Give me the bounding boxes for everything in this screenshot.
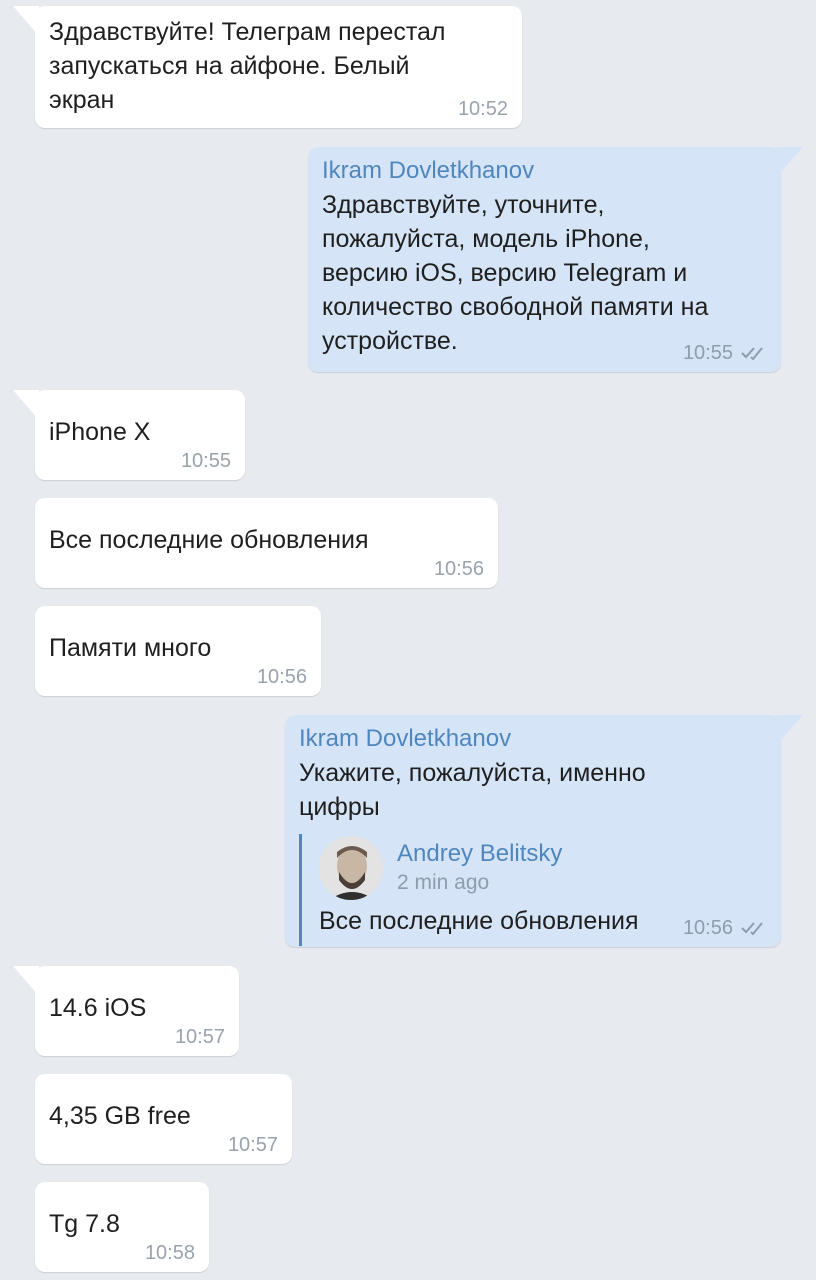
double-check-icon <box>741 921 767 935</box>
bubble-tail <box>13 6 39 36</box>
timestamp: 10:52 <box>457 98 508 120</box>
bubble-tail <box>13 966 39 996</box>
message-text: Памяти много <box>49 634 212 662</box>
message-text: iPhone X <box>49 418 151 446</box>
message-time: 10:56 <box>434 558 484 580</box>
avatar <box>319 836 383 900</box>
incoming-message[interactable]: Tg 7.8 10:58 <box>35 1182 209 1272</box>
sender-name[interactable]: Ikram Dovletkhanov <box>322 156 767 186</box>
timestamp: 10:56 <box>682 917 733 939</box>
message-time: 10:57 <box>228 1134 278 1156</box>
message-text: Tg 7.8 <box>49 1210 120 1238</box>
incoming-message[interactable]: Все последние обновления 10:56 <box>35 498 498 588</box>
message-time: 10:55 <box>181 450 231 472</box>
incoming-message[interactable]: 14.6 iOS 10:57 <box>13 966 239 1056</box>
message-time: 10:58 <box>145 1242 195 1264</box>
timestamp: 10:58 <box>144 1242 195 1264</box>
message-time: 10:57 <box>175 1026 225 1048</box>
timestamp: 10:57 <box>227 1134 278 1156</box>
timestamp: 10:56 <box>256 666 307 688</box>
timestamp: 10:55 <box>682 342 733 364</box>
incoming-message[interactable]: iPhone X 10:55 <box>13 390 245 480</box>
message-text: 14.6 iOS <box>49 994 147 1022</box>
message-time: 10:56 <box>683 917 767 939</box>
outgoing-message[interactable]: Ikram Dovletkhanov Здравствуйте, уточнит… <box>308 147 803 372</box>
incoming-message[interactable]: 4,35 GB free 10:57 <box>35 1074 292 1164</box>
reply-time: 2 min ago <box>397 871 490 894</box>
incoming-message[interactable]: Памяти много 10:56 <box>35 606 321 696</box>
bubble-tail <box>13 390 39 420</box>
timestamp: 10:56 <box>433 558 484 580</box>
double-check-icon <box>741 346 767 360</box>
message-text: Здравствуйте, уточните, пожалуйста, моде… <box>322 191 709 355</box>
reply-sender-name: Andrey Belitsky <box>397 840 563 867</box>
timestamp: 10:57 <box>174 1026 225 1048</box>
chat-area[interactable]: Здравствуйте! Телеграм перестал запускат… <box>0 0 816 1280</box>
timestamp: 10:55 <box>180 450 231 472</box>
bubble-tail <box>777 715 803 745</box>
sender-name[interactable]: Ikram Dovletkhanov <box>299 724 767 754</box>
message-time: 10:52 <box>458 98 508 120</box>
outgoing-message[interactable]: Ikram Dovletkhanov Укажите, пожалуйста, … <box>285 715 803 947</box>
message-time: 10:56 <box>257 666 307 688</box>
reply-text: Все последние обновления <box>319 907 639 935</box>
bubble-tail <box>777 147 803 177</box>
message-text: Здравствуйте! Телеграм перестал запускат… <box>49 18 446 114</box>
incoming-message[interactable]: Здравствуйте! Телеграм перестал запускат… <box>13 6 522 128</box>
message-time: 10:55 <box>683 342 767 364</box>
message-text: Укажите, пожалуйста, именно цифры <box>299 759 646 821</box>
message-text: Все последние обновления <box>49 526 369 554</box>
message-text: 4,35 GB free <box>49 1102 191 1130</box>
